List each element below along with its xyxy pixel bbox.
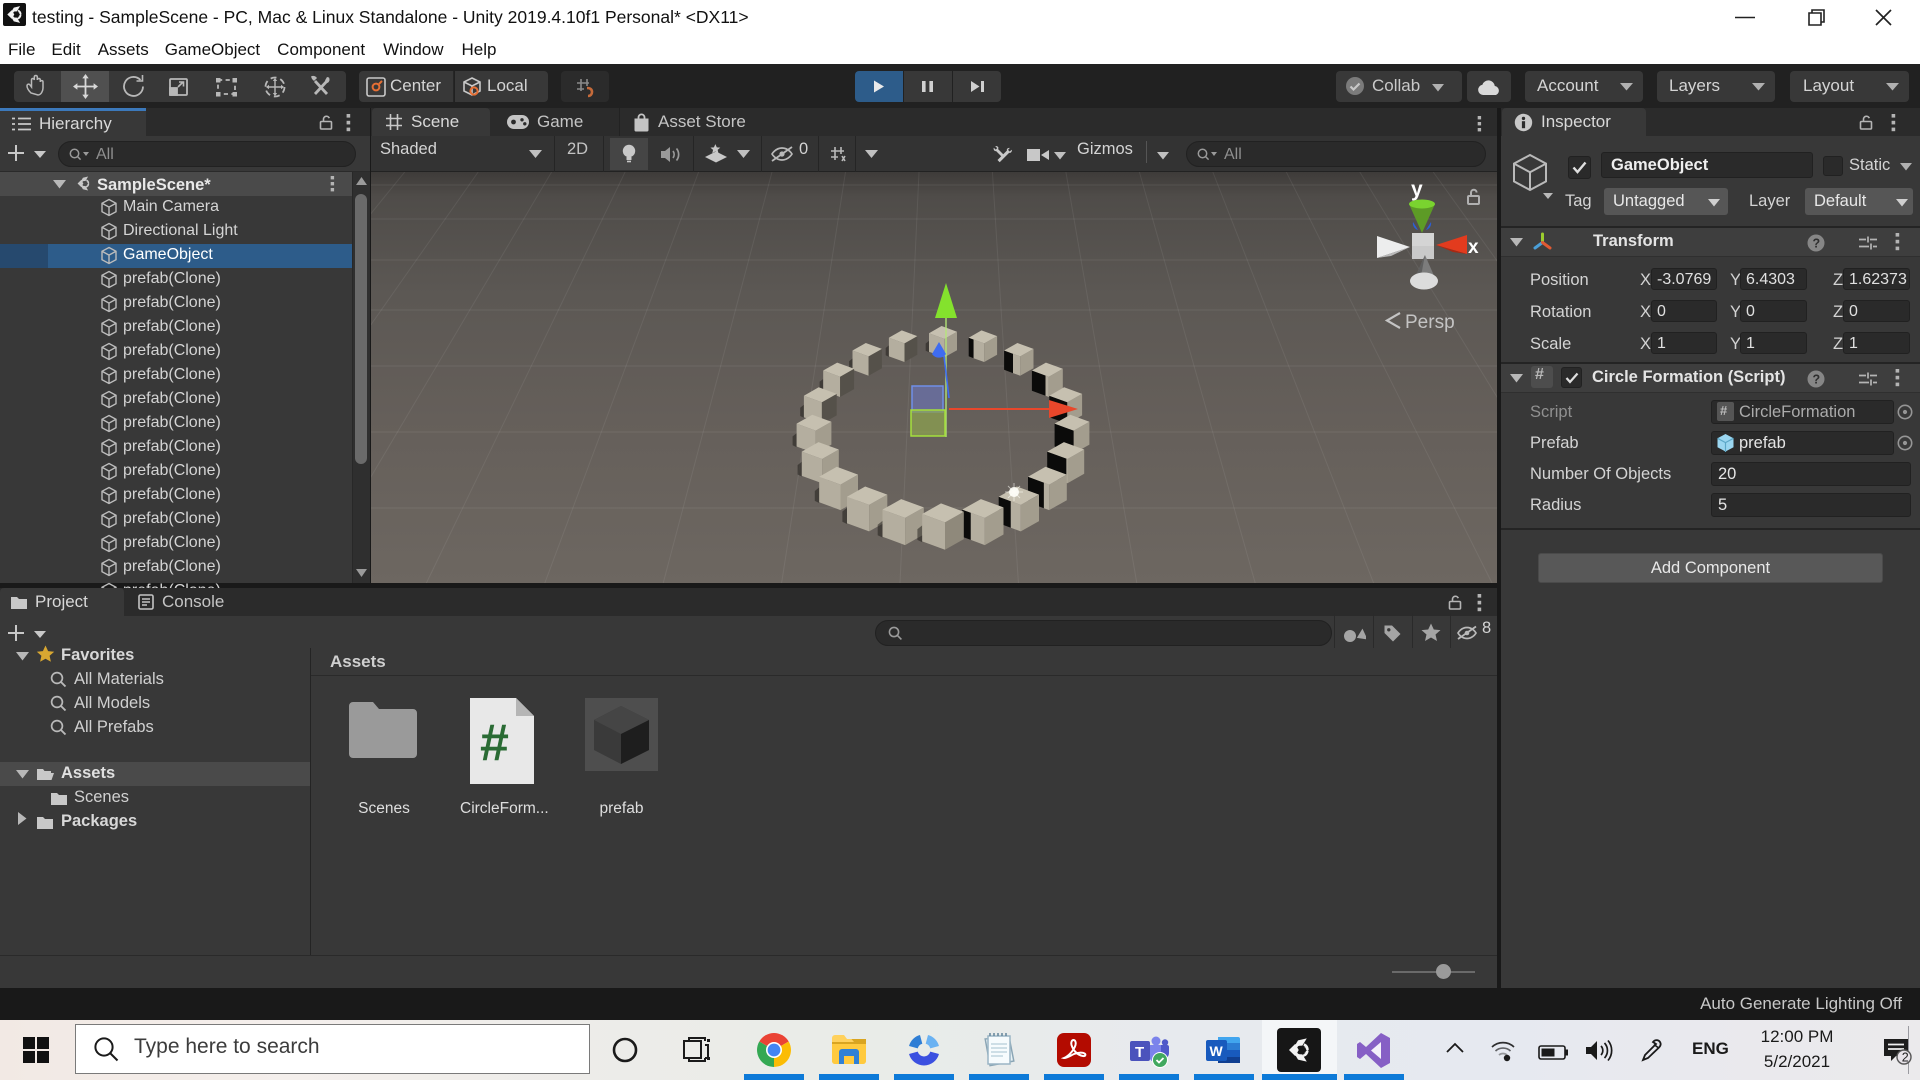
svg-text:?: ?	[1813, 373, 1821, 387]
svg-text:Persp: Persp	[1405, 312, 1455, 333]
svg-text:T: T	[1135, 1044, 1144, 1061]
svg-text:y: y	[1411, 178, 1423, 201]
svg-text:x: x	[1468, 237, 1479, 258]
svg-text:W: W	[1210, 1043, 1224, 1059]
svg-text:?: ?	[1813, 237, 1821, 251]
svg-text:2: 2	[1902, 1051, 1909, 1065]
svg-text:#: #	[480, 714, 509, 772]
